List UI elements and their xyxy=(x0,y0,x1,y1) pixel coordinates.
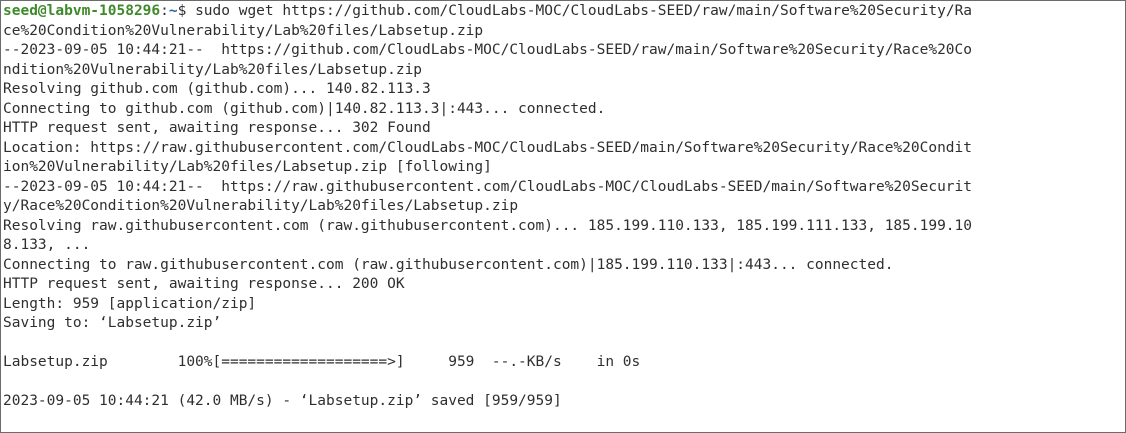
output-line: HTTP request sent, awaiting response... … xyxy=(3,120,431,136)
prompt-separator: : xyxy=(160,3,169,19)
progress-line: Labsetup.zip 100%[===================>] … xyxy=(3,354,641,370)
prompt-symbol: $ xyxy=(177,3,196,19)
output-line: ndition%20Vulnerability/Lab%20files/Labs… xyxy=(3,61,423,78)
output-line: Location: https://raw.githubusercontent.… xyxy=(3,139,973,156)
output-line: y/Race%20Condition%20Vulnerability/Lab%2… xyxy=(3,198,519,214)
output-line: HTTP request sent, awaiting response... … xyxy=(3,276,405,292)
prompt-path: ~ xyxy=(168,3,178,19)
output-line: Resolving raw.githubusercontent.com (raw… xyxy=(3,217,973,234)
output-line: 2023-09-05 10:44:21 (42.0 MB/s) - ‘Labse… xyxy=(3,393,562,409)
output-line: --2023-09-05 10:44:21-- https://raw.gith… xyxy=(3,178,973,195)
output-line: Length: 959 [application/zip] xyxy=(3,295,257,312)
terminal-window[interactable]: seed@labvm-1058296:~$ sudo wget https://… xyxy=(0,0,1126,433)
output-line: Resolving github.com (github.com)... 140… xyxy=(3,81,431,97)
output-line: ion%20Vulnerability/Lab%20files/Labsetup… xyxy=(3,159,492,175)
output-line: 8.133, ... xyxy=(3,237,91,253)
prompt-user-host: seed@labvm-1058296 xyxy=(3,3,161,19)
output-line: ce%20Condition%20Vulnerability/Lab%20fil… xyxy=(3,22,484,39)
output-line: --2023-09-05 10:44:21-- https://github.c… xyxy=(3,42,973,58)
output-line: Connecting to raw.githubusercontent.com … xyxy=(3,256,894,273)
command-text: sudo wget https://github.com/CloudLabs-M… xyxy=(195,3,973,19)
output-line: Connecting to github.com (github.com)|14… xyxy=(3,100,606,117)
output-line: Saving to: ‘Labsetup.zip’ xyxy=(3,315,222,331)
command-line: seed@labvm-1058296:~$ sudo wget https://… xyxy=(3,2,1125,22)
